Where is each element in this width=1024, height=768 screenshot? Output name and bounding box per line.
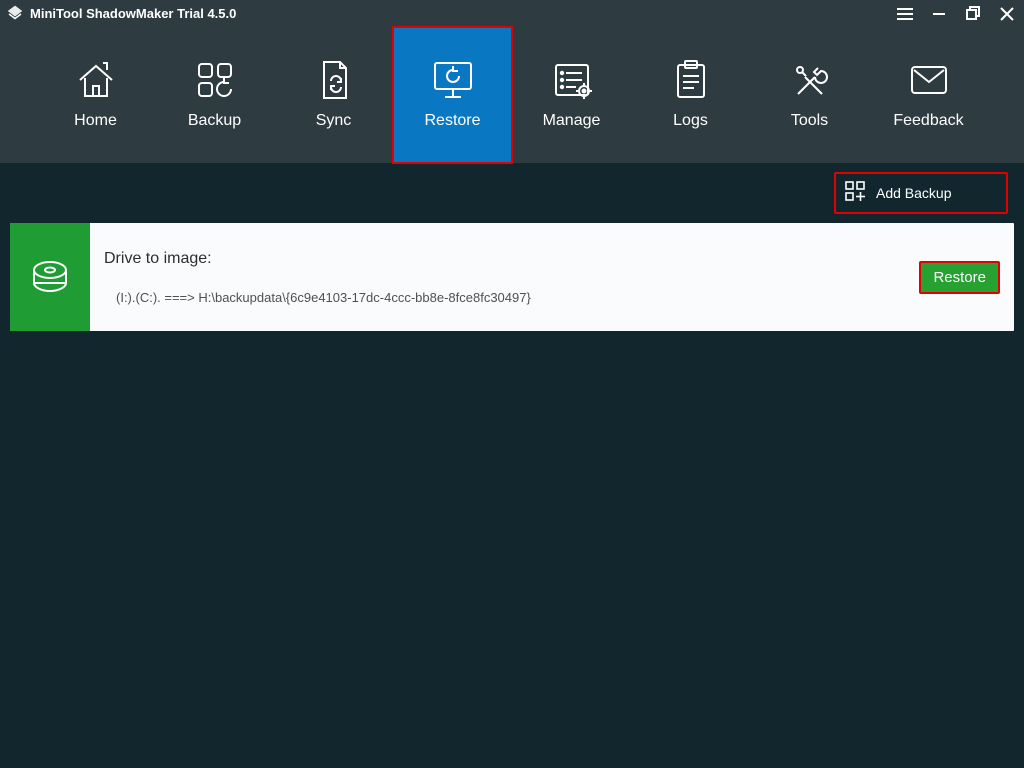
home-icon [74,60,118,100]
titlebar: MiniTool ShadowMaker Trial 4.5.0 [0,0,1024,27]
feedback-icon [907,60,951,100]
toolbar: Add Backup [0,163,1024,223]
nav-home[interactable]: Home [36,27,155,163]
nav-manage[interactable]: Manage [512,27,631,163]
menu-button[interactable] [888,0,922,27]
restore-button[interactable]: Restore [919,261,1000,294]
nav-restore[interactable]: Restore [393,27,512,163]
close-button[interactable] [990,0,1024,27]
app-logo-icon [6,5,24,23]
logs-icon [672,60,710,100]
nav-label: Manage [543,112,601,130]
nav-logs[interactable]: Logs [631,27,750,163]
add-grid-icon [844,180,866,207]
nav-label: Home [74,112,117,130]
nav-backup[interactable]: Backup [155,27,274,163]
backup-entry-actions: Restore [919,223,1014,331]
nav-label: Logs [673,112,708,130]
drive-icon [10,223,90,331]
main-nav: Home Backup Sync Restor [0,27,1024,163]
maximize-button[interactable] [956,0,990,27]
backup-entry-body: Drive to image: (I:).(C:). ===> H:\backu… [90,223,919,331]
backup-entry: Drive to image: (I:).(C:). ===> H:\backu… [10,223,1014,331]
add-backup-button[interactable]: Add Backup [834,172,1008,214]
backup-entry-path: (I:).(C:). ===> H:\backupdata\{6c9e4103-… [104,290,919,305]
nav-label: Tools [791,112,828,130]
nav-label: Feedback [893,112,963,130]
nav-label: Sync [316,112,352,130]
backup-list: Drive to image: (I:).(C:). ===> H:\backu… [0,223,1024,331]
nav-feedback[interactable]: Feedback [869,27,988,163]
backup-icon [193,60,237,100]
nav-sync[interactable]: Sync [274,27,393,163]
app-title: MiniTool ShadowMaker Trial 4.5.0 [30,6,236,21]
nav-label: Restore [424,112,480,130]
backup-entry-title: Drive to image: [104,250,919,268]
nav-tools[interactable]: Tools [750,27,869,163]
sync-icon [314,60,354,100]
add-backup-label: Add Backup [876,185,952,201]
tools-icon [789,60,831,100]
restore-icon [429,60,477,100]
nav-label: Backup [188,112,241,130]
manage-icon [550,60,594,100]
minimize-button[interactable] [922,0,956,27]
